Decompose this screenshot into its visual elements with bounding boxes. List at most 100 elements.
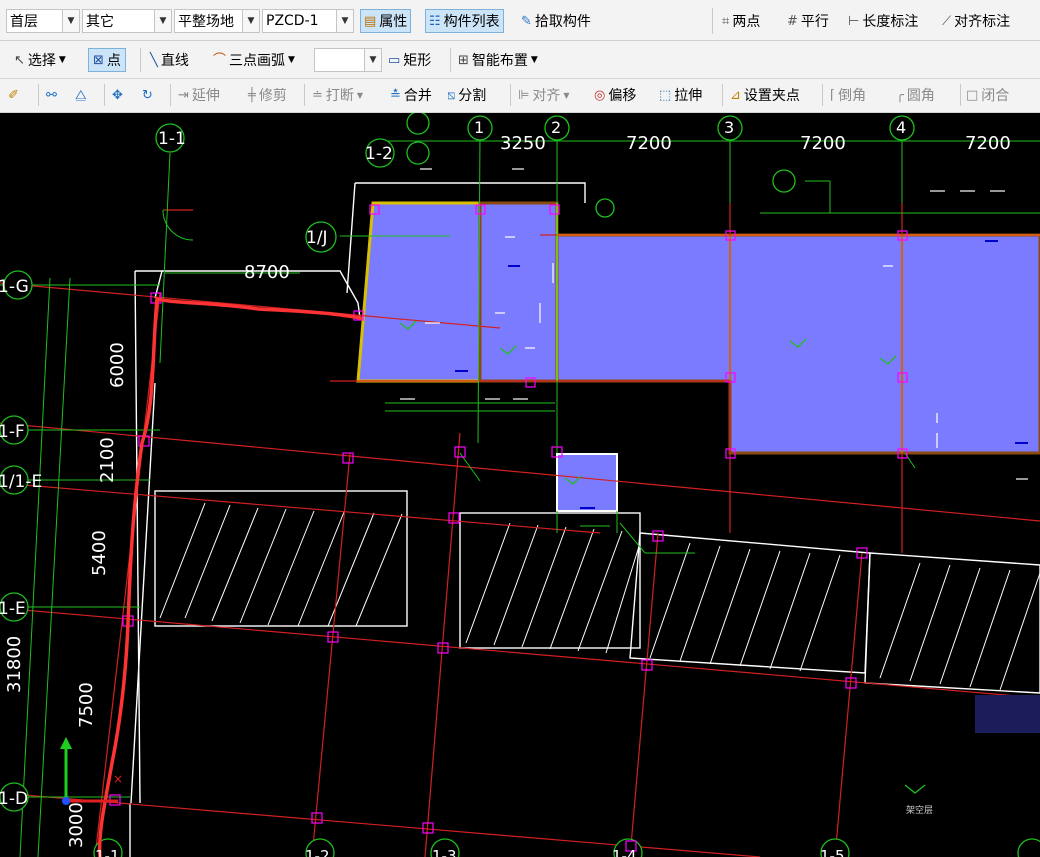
- dimension-text: 2100: [97, 437, 118, 483]
- dimension-icon: ⊢: [848, 13, 860, 29]
- toolbar-divider: [140, 48, 141, 72]
- dimension-text: 7200: [800, 133, 846, 154]
- chevron-down-icon: ▼: [288, 55, 295, 65]
- break-icon: ≐: [312, 87, 323, 103]
- align-label: 对齐: [532, 88, 561, 104]
- component-name-value: PZCD-1: [266, 13, 319, 29]
- split-icon: ⧅: [447, 87, 456, 103]
- trim-label: 修剪: [258, 88, 287, 104]
- svg-text:×: ×: [113, 772, 123, 786]
- rectangle-draw-button[interactable]: ▭ 矩形: [388, 48, 431, 72]
- drawing-canvas[interactable]: × 1-1 1 2 3 4 1-2 1/J 1-G 1-F 1/1-E 1-E …: [0, 113, 1040, 857]
- pick-component-button[interactable]: ✎ 拾取构件: [521, 9, 591, 33]
- merge-icon: ≛: [390, 87, 401, 103]
- list-icon: ☷: [429, 13, 441, 29]
- dimension-text: 3250: [500, 133, 546, 154]
- two-point-axis-button[interactable]: ⌗ 两点: [722, 9, 760, 33]
- properties-button[interactable]: ▤ 属性: [360, 9, 412, 33]
- merge-label: 合并: [403, 88, 432, 104]
- grid-label-1-j: 1/J: [306, 228, 328, 248]
- grid-label-top: 1: [474, 118, 484, 137]
- split-label: 分割: [458, 88, 487, 104]
- toolbar-divider: [712, 8, 713, 34]
- grid-label-bottom: 1-3: [432, 847, 457, 857]
- set-grip-label: 设置夹点: [743, 88, 800, 104]
- merge-button[interactable]: ≛ 合并: [390, 83, 432, 107]
- toolbar-divider: [450, 48, 451, 72]
- brush-tool-button[interactable]: ✐: [8, 83, 19, 107]
- parallel-label: 平行: [800, 14, 829, 30]
- slab-region[interactable]: [478, 201, 559, 383]
- properties-label: 属性: [379, 14, 408, 30]
- component-name-select[interactable]: PZCD-1 ▼: [262, 9, 354, 33]
- toolbar-divider: [38, 84, 39, 106]
- mirror-tool-button[interactable]: ⧋: [75, 83, 87, 107]
- three-point-arc-button[interactable]: ⌒ 三点画弧 ▼: [213, 48, 295, 72]
- toolbar-divider: [170, 84, 171, 106]
- split-button[interactable]: ⧅ 分割: [447, 83, 486, 107]
- grid-label-left: 1-D: [0, 789, 28, 809]
- slab-region-small[interactable]: [556, 453, 618, 512]
- break-button[interactable]: ≐ 打断 ▼: [312, 83, 363, 107]
- chevron-down-icon[interactable]: ▼: [336, 10, 353, 32]
- point-draw-button[interactable]: ⊠ 点: [88, 48, 126, 72]
- grid-label-left: 1-G: [0, 277, 29, 297]
- set-grip-button[interactable]: ⊿ 设置夹点: [730, 83, 800, 107]
- align-icon: ⊫: [518, 87, 530, 103]
- grid-label-bottom: 1-4: [612, 847, 637, 857]
- component-type-select[interactable]: 平整场地 ▼: [174, 9, 260, 33]
- grid-label-left: 1-E: [0, 599, 26, 619]
- offset-icon: ◎: [594, 87, 606, 103]
- toolbar-divider: [722, 84, 723, 106]
- chevron-down-icon[interactable]: ▼: [242, 10, 259, 32]
- floor-select-value: 首层: [10, 14, 38, 30]
- rect-label: 矩形: [403, 53, 432, 69]
- rotate-tool-button[interactable]: ↻: [142, 83, 153, 107]
- chevron-down-icon: ▼: [530, 55, 538, 65]
- offset-label: 偏移: [608, 88, 637, 104]
- dimension-text: 8700: [244, 262, 290, 283]
- overlay-panel: [975, 695, 1040, 733]
- dimension-text: 7200: [626, 133, 672, 154]
- dimension-text: 7200: [965, 133, 1011, 154]
- category-select[interactable]: 其它 ▼: [82, 9, 172, 33]
- arc-option-select[interactable]: ▼: [314, 48, 382, 72]
- close-shape-button[interactable]: □ 闭合: [966, 83, 1009, 107]
- line-label: 直线: [160, 53, 189, 69]
- line-draw-button[interactable]: ╲ 直线: [150, 48, 189, 72]
- trim-button[interactable]: ╪ 修剪: [248, 83, 287, 107]
- fillet-button[interactable]: ╭ 圆角: [896, 83, 935, 107]
- toolbar-divider: [960, 84, 961, 106]
- chamfer-label: 倒角: [838, 88, 867, 104]
- chamfer-icon: ⌈: [830, 87, 836, 103]
- component-list-button[interactable]: ☷ 构件列表: [425, 9, 504, 33]
- chevron-down-icon[interactable]: ▼: [154, 10, 171, 32]
- grid-label-bottom: 1-2: [305, 847, 330, 857]
- align-button[interactable]: ⊫ 对齐 ▼: [518, 83, 569, 107]
- copy-icon: ⚯: [46, 87, 57, 103]
- rotate-icon: ↻: [142, 87, 153, 103]
- floor-select[interactable]: 首层 ▼: [6, 9, 80, 33]
- select-button[interactable]: ↖ 选择 ▼: [14, 48, 66, 72]
- arc-label: 三点画弧: [229, 53, 286, 69]
- rectangle-icon: ▭: [388, 52, 401, 68]
- stretch-button[interactable]: ⬚ 拉伸: [659, 83, 702, 107]
- aligned-dimension-icon: ⟋: [942, 13, 952, 29]
- mirror-icon: ⧋: [75, 87, 87, 103]
- move-tool-button[interactable]: ✥: [112, 83, 123, 107]
- slab-region[interactable]: [356, 201, 482, 383]
- copy-tool-button[interactable]: ⚯: [46, 83, 57, 107]
- two-point-icon: ⌗: [722, 13, 730, 29]
- chevron-down-icon[interactable]: ▼: [364, 49, 381, 71]
- dimension-text: 31800: [4, 636, 25, 693]
- extend-button[interactable]: ⇥ 延伸: [178, 83, 220, 107]
- parallel-axis-button[interactable]: # 平行: [787, 9, 829, 33]
- toolbar-divider: [304, 84, 305, 106]
- aligned-dimension-button[interactable]: ⟋ 对齐标注: [942, 9, 1010, 33]
- fillet-icon: ╭: [896, 87, 904, 103]
- chamfer-button[interactable]: ⌈ 倒角: [830, 83, 866, 107]
- offset-button[interactable]: ◎ 偏移: [594, 83, 636, 107]
- chevron-down-icon[interactable]: ▼: [62, 10, 79, 32]
- smart-layout-button[interactable]: ⊞ 智能布置 ▼: [458, 48, 538, 72]
- length-dimension-button[interactable]: ⊢ 长度标注: [848, 9, 918, 33]
